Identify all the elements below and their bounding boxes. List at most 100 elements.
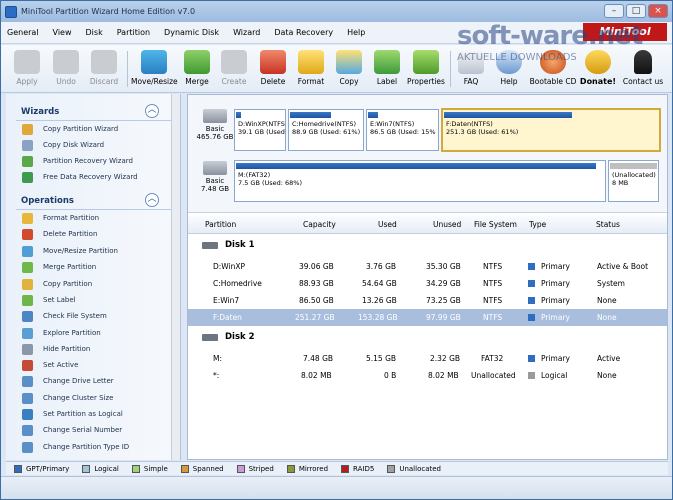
delete-icon: [260, 50, 286, 74]
op-change-serial-number[interactable]: Change Serial Number: [22, 423, 122, 437]
table-row[interactable]: *: 8.02 MB 0 B 8.02 MB Unallocated Logical Non…: [188, 367, 667, 384]
disk-map: Basic 465.76 GB D:WinXP(NTFS 39.1 GB (Used…: [188, 95, 667, 213]
contact-button[interactable]: Contact us: [617, 50, 669, 92]
disk2-group[interactable]: Disk 2: [202, 332, 255, 342]
legend-item: Striped: [236, 464, 274, 473]
watermark: soft-ware.net: [457, 21, 643, 51]
collapse-wizards-button[interactable]: ︿: [145, 104, 159, 118]
disk-icon: [203, 109, 227, 123]
menu-dynamic-disk[interactable]: Dynamic Disk: [164, 28, 219, 37]
op-change-cluster-size[interactable]: Change Cluster Size: [22, 391, 113, 405]
menu-help[interactable]: Help: [347, 28, 365, 37]
table-row[interactable]: E:Win7 86.50 GB 13.26 GB 73.25 GB NTFS Primar…: [188, 292, 667, 309]
op-format-partition[interactable]: Format Partition: [22, 211, 99, 225]
drive-letter-icon: [22, 375, 33, 387]
op-copy-partition[interactable]: Copy Partition: [22, 277, 92, 291]
maximize-button[interactable]: □: [626, 4, 646, 18]
free-data-recovery-wizard[interactable]: Free Data Recovery Wizard: [22, 170, 138, 184]
op-merge-partition[interactable]: Merge Partition: [22, 260, 96, 274]
disk1-label[interactable]: Basic 465.76 GB: [194, 109, 236, 141]
col-type[interactable]: Type: [529, 220, 546, 229]
op-delete-partition[interactable]: Delete Partition: [22, 227, 97, 241]
diskmap-part-d[interactable]: D:WinXP(NTFS 39.1 GB (Used: [234, 109, 286, 151]
op-change-type-id[interactable]: Change Partition Type ID: [22, 440, 129, 454]
apply-button[interactable]: Apply: [5, 50, 49, 92]
legend-swatch: [341, 464, 350, 473]
hide-icon: [22, 343, 33, 355]
col-unused[interactable]: Unused: [433, 220, 461, 229]
collapse-operations-button[interactable]: ︿: [145, 193, 159, 207]
diskmap-unallocated[interactable]: (Unallocated) 8 MB: [608, 160, 659, 202]
disk1-group[interactable]: Disk 1: [202, 240, 255, 250]
serial-icon: [22, 424, 33, 436]
donate-button[interactable]: Donate!: [576, 50, 620, 92]
op-explore-partition[interactable]: Explore Partition: [22, 326, 101, 340]
menu-data-recovery[interactable]: Data Recovery: [274, 28, 333, 37]
op-set-active[interactable]: Set Active: [22, 358, 78, 372]
close-button[interactable]: ×: [648, 4, 668, 18]
menu-partition[interactable]: Partition: [117, 28, 150, 37]
op-set-logical[interactable]: Set Partition as Logical: [22, 407, 123, 421]
op-change-drive-letter[interactable]: Change Drive Letter: [22, 374, 114, 388]
legend-swatch: [286, 464, 295, 473]
legend-swatch: [387, 464, 396, 473]
discard-button[interactable]: Discard: [82, 50, 126, 92]
create-icon: [221, 50, 247, 74]
menu-wizard[interactable]: Wizard: [233, 28, 260, 37]
label-icon: [22, 294, 33, 306]
left-scrollbar[interactable]: [171, 94, 180, 460]
col-status[interactable]: Status: [596, 220, 620, 229]
main-pane: Basic 465.76 GB D:WinXP(NTFS 39.1 GB (Used…: [187, 94, 668, 460]
menu-disk[interactable]: Disk: [86, 28, 103, 37]
wizard-icon: [22, 139, 33, 151]
op-move-resize-partition[interactable]: Move/Resize Partition: [22, 244, 118, 258]
op-check-file-system[interactable]: Check File System: [22, 309, 107, 323]
copy-disk-wizard[interactable]: Copy Disk Wizard: [22, 138, 104, 152]
format-icon: [22, 212, 33, 224]
divider: [16, 209, 176, 210]
diskmap-part-e[interactable]: E:Win7(NTFS) 86.5 GB (Used: 15%: [366, 109, 439, 151]
menu-view[interactable]: View: [53, 28, 72, 37]
table-row[interactable]: C:Homedrive 88.93 GB 54.64 GB 34.29 GB NTFS P…: [188, 275, 667, 292]
cluster-icon: [22, 392, 33, 404]
table-row[interactable]: M: 7.48 GB 5.15 GB 2.32 GB FAT32 Primary Activ…: [188, 350, 667, 367]
format-icon: [298, 50, 324, 74]
legend-swatch: [82, 464, 91, 473]
create-button[interactable]: Create: [212, 50, 256, 92]
explore-icon: [22, 327, 33, 339]
op-set-label[interactable]: Set Label: [22, 293, 76, 307]
wizard-icon: [22, 123, 33, 135]
action-panel: Wizards ︿ Copy Partition Wizard Copy Dis…: [6, 94, 181, 460]
delete-icon: [22, 228, 33, 240]
diskmap-part-f[interactable]: F:Daten(NTFS) 251.3 GB (Used: 61%): [441, 108, 661, 152]
legend-item: GPT/Primary: [14, 464, 69, 473]
table-row[interactable]: D:WinXP 39.06 GB 3.76 GB 35.30 GB NTFS Primar…: [188, 258, 667, 275]
op-hide-partition[interactable]: Hide Partition: [22, 342, 90, 356]
disk-icon: [202, 333, 218, 341]
col-capacity[interactable]: Capacity: [303, 220, 336, 229]
menu-general[interactable]: General: [7, 28, 39, 37]
app-window: MiniTool Partition Wizard Home Edition v…: [0, 0, 673, 500]
copy-partition-wizard[interactable]: Copy Partition Wizard: [22, 122, 118, 136]
legend-swatch: [14, 464, 22, 473]
minimize-button[interactable]: –: [604, 4, 624, 18]
disk-icon: [203, 161, 227, 175]
diskmap-part-c[interactable]: C:Homedrive(NTFS) 88.9 GB (Used: 61%): [288, 109, 364, 151]
table-row-selected[interactable]: F:Daten 251.27 GB 153.28 GB 97.99 GB NTFS Pri…: [188, 309, 667, 326]
legend-item: Spanned: [180, 464, 224, 473]
partition-recovery-wizard[interactable]: Partition Recovery Wizard: [22, 154, 133, 168]
label-button[interactable]: Label: [365, 50, 409, 92]
logical-icon: [22, 408, 33, 420]
app-icon: [5, 5, 17, 18]
donate-icon: [585, 50, 611, 74]
move-resize-button[interactable]: Move/Resize: [131, 50, 178, 92]
legend-swatch: [180, 464, 189, 473]
operations-heading: Operations: [21, 196, 74, 206]
col-file-system[interactable]: File System: [474, 220, 517, 229]
col-used[interactable]: Used: [378, 220, 397, 229]
diskmap-part-m[interactable]: M:(FAT32) 7.5 GB (Used: 68%): [234, 160, 606, 202]
col-partition[interactable]: Partition: [205, 220, 236, 229]
properties-button[interactable]: Properties: [404, 50, 448, 92]
disk2-label[interactable]: Basic 7.48 GB: [194, 161, 236, 193]
properties-icon: [413, 50, 439, 74]
